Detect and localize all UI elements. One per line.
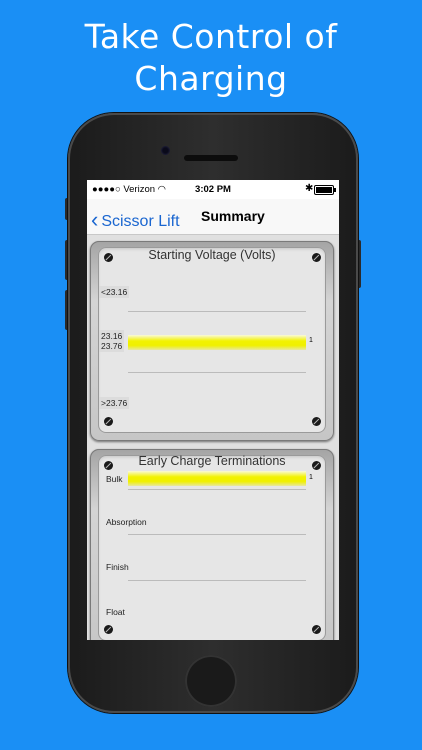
home-button[interactable]: [185, 655, 237, 707]
page-title: Summary: [201, 208, 265, 224]
front-camera: [161, 146, 170, 155]
earpiece-speaker: [184, 155, 238, 161]
screw-icon: [312, 417, 321, 426]
screw-icon: [104, 625, 113, 634]
row-label: >23.76: [99, 397, 130, 409]
row-divider: [128, 372, 306, 373]
status-bar: ●●●●○ Verizon ◠ 3:02 PM ✱: [87, 180, 339, 199]
battery-icon: [314, 185, 336, 195]
row-label: Float: [106, 607, 125, 617]
bar-starting-voltage-23-16-23-76: [128, 335, 306, 350]
back-button[interactable]: ‹ Scissor Lift: [91, 206, 180, 232]
headline-line-1: Take Control of: [84, 17, 338, 56]
row-label: Bulk: [106, 474, 123, 484]
screw-icon: [312, 625, 321, 634]
back-button-label: Scissor Lift: [101, 213, 180, 230]
row-divider: [128, 534, 306, 535]
panel-title: Starting Voltage (Volts): [148, 248, 276, 262]
status-time: 3:02 PM: [195, 184, 231, 195]
navigation-bar: ‹ Scissor Lift Summary: [87, 199, 339, 235]
row-label: <23.16: [99, 286, 130, 298]
bar-count: 1: [309, 474, 313, 481]
row-divider: [128, 580, 306, 581]
row-label: Absorption: [106, 517, 147, 527]
bluetooth-icon: ✱: [305, 183, 314, 194]
row-divider: [128, 489, 306, 490]
starting-voltage-panel: Starting Voltage (Volts) <23.16 23.16 23…: [90, 241, 334, 441]
early-charge-terminations-panel: Early Charge Terminations Bulk 1 Absorpt…: [90, 449, 334, 640]
phone-screen: ●●●●○ Verizon ◠ 3:02 PM ✱ ‹ Scissor Lift …: [87, 180, 339, 640]
row-label: 23.16 23.76: [99, 330, 125, 352]
screw-icon: [104, 417, 113, 426]
bar-count: 1: [309, 337, 313, 344]
headline: Take Control of Charging: [0, 16, 422, 100]
chevron-left-icon: ‹: [91, 207, 99, 232]
headline-line-2: Charging: [134, 59, 288, 98]
bar-bulk: [128, 471, 306, 486]
row-divider: [128, 311, 306, 312]
summary-scroll-view[interactable]: Starting Voltage (Volts) <23.16 23.16 23…: [87, 235, 339, 640]
row-label: Finish: [106, 562, 129, 572]
panel-title: Early Charge Terminations: [138, 454, 286, 468]
